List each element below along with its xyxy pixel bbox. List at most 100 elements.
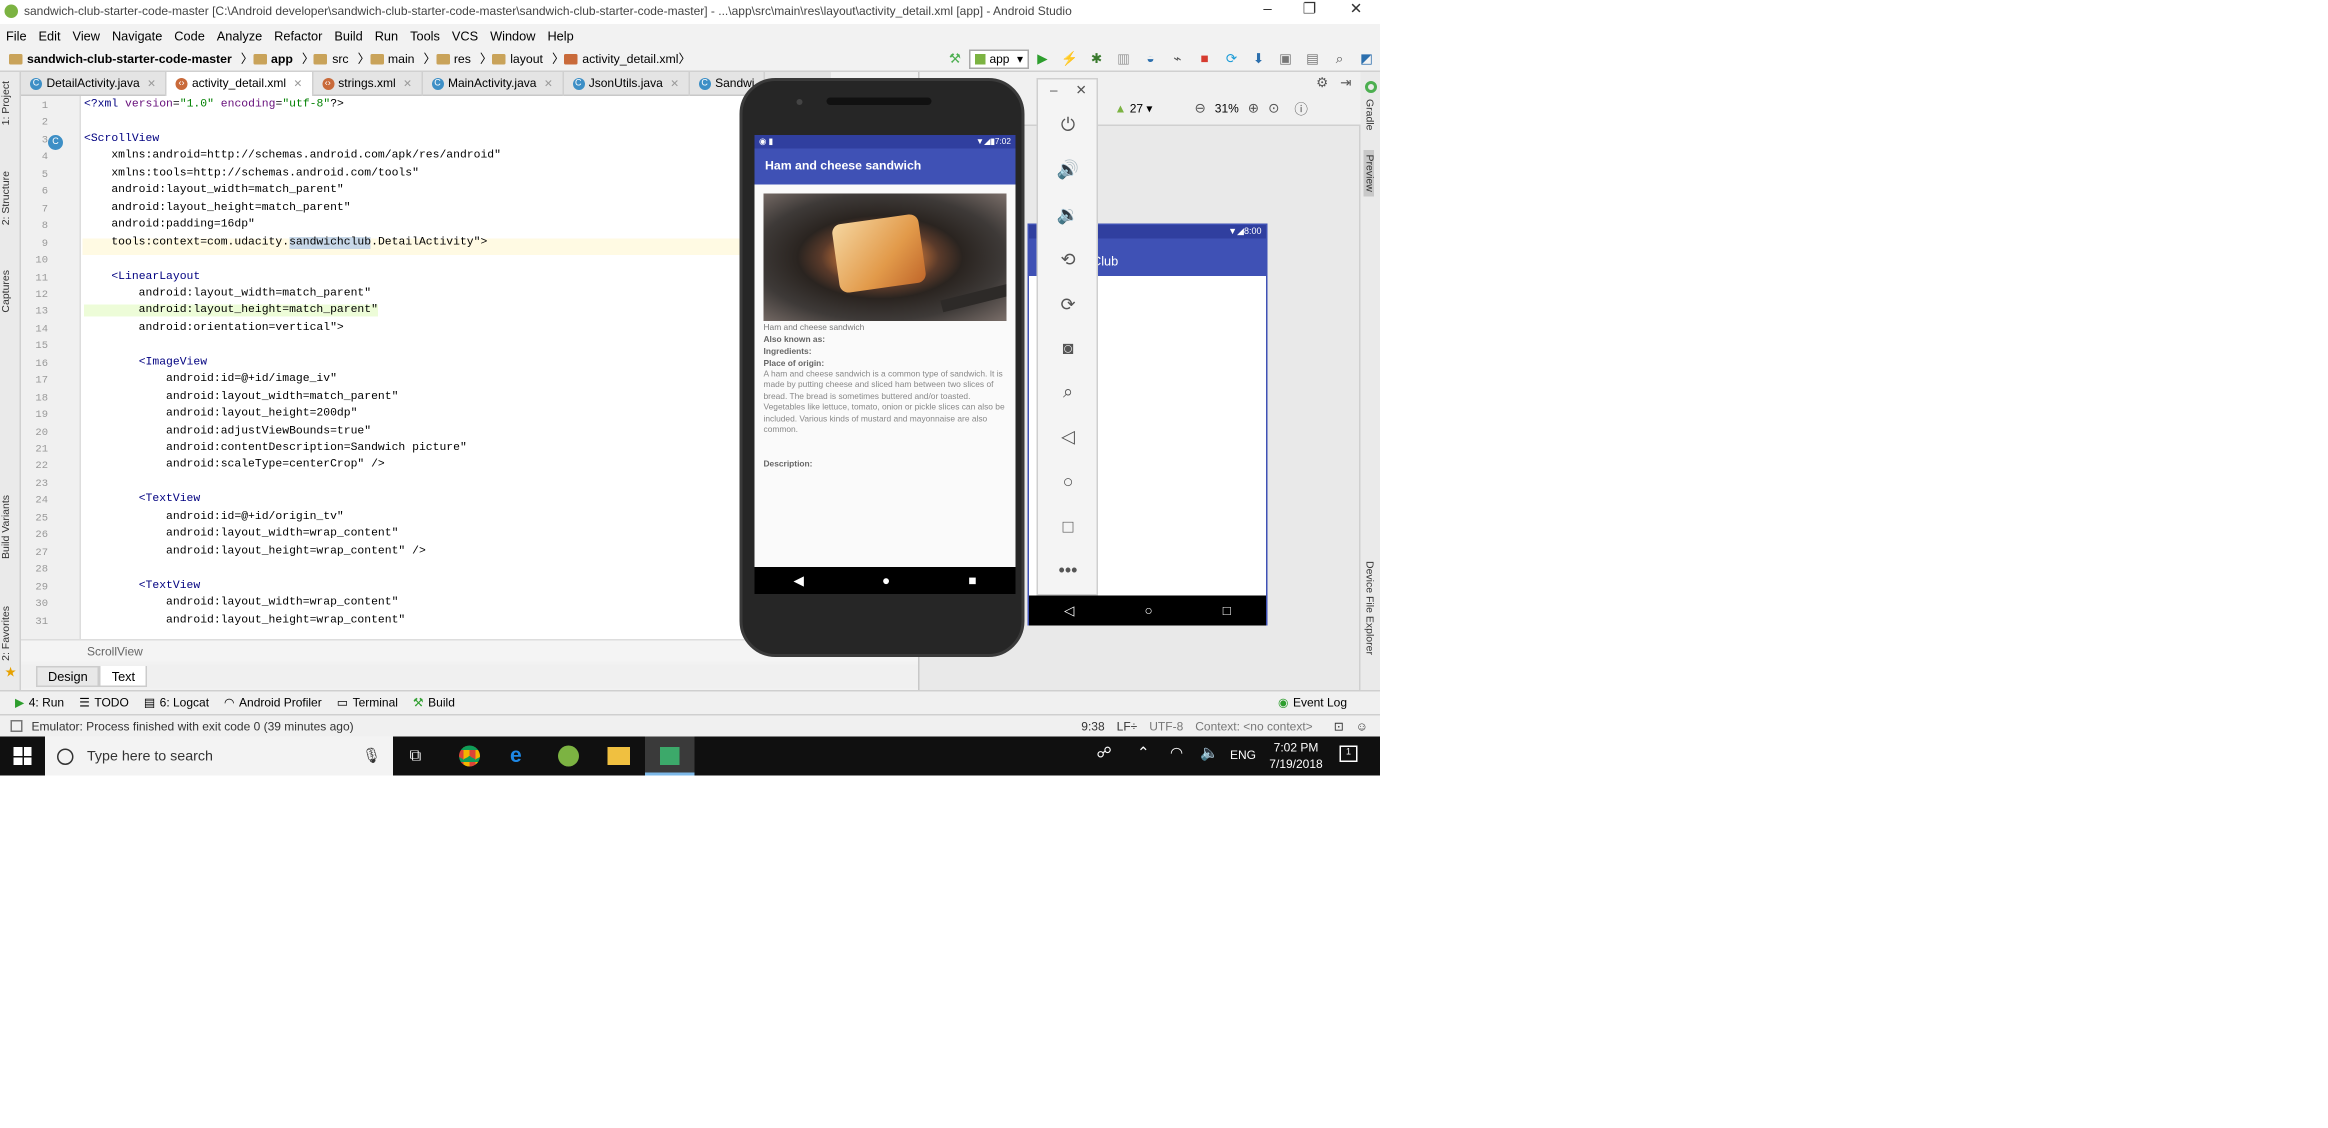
code-line[interactable]: android:orientation=vertical"> xyxy=(84,322,344,334)
code-line[interactable]: android:adjustViewBounds=true" xyxy=(84,425,371,437)
code-line[interactable]: <ImageView xyxy=(84,357,207,369)
tool-windows-toggle-icon[interactable] xyxy=(10,720,23,732)
code-line[interactable]: <TextView xyxy=(84,494,201,506)
code-line[interactable]: android:layout_width=match_parent" xyxy=(84,288,371,300)
back-icon[interactable]: ◀ xyxy=(794,572,804,589)
stop-icon[interactable]: ■ xyxy=(1196,50,1214,68)
caret-position[interactable]: 9:38 xyxy=(1081,719,1104,733)
breadcrumb-app[interactable]: 〉 app xyxy=(241,50,293,68)
more-icon[interactable]: ••• xyxy=(1055,557,1082,584)
clock[interactable]: 7:02 PM 7/19/2018 xyxy=(1269,741,1323,771)
back-icon[interactable]: ◁ xyxy=(1055,423,1082,450)
tab-favorites[interactable]: 2: Favorites xyxy=(2,606,13,661)
code-line[interactable]: android:id=@+id/origin_tv" xyxy=(84,511,344,523)
menu-vcs[interactable]: VCS xyxy=(452,28,478,43)
tool-profiler[interactable]: ◠ Android Profiler xyxy=(224,696,322,710)
info-icon[interactable]: ⓘ xyxy=(1294,99,1308,119)
tab-preview[interactable]: Preview xyxy=(1363,150,1374,197)
power-icon[interactable]: ⏻ xyxy=(1055,111,1082,138)
profile-icon[interactable]: ▥ xyxy=(1115,50,1133,68)
menu-navigate[interactable]: Navigate xyxy=(112,28,162,43)
windows-start-icon[interactable] xyxy=(13,747,32,765)
context-class-icon[interactable]: C xyxy=(48,135,63,150)
close-tab-icon[interactable]: ✕ xyxy=(544,77,553,90)
language-indicator[interactable]: ENG xyxy=(1230,749,1256,763)
home-icon[interactable]: ● xyxy=(882,573,890,588)
code-line[interactable]: android:id=@+id/image_iv" xyxy=(84,374,337,386)
code-line[interactable]: <LinearLayout xyxy=(84,271,200,283)
hector-icon[interactable]: ☺ xyxy=(1356,719,1368,733)
tab-build-variants[interactable]: Build Variants xyxy=(2,495,13,559)
code-line[interactable]: android:layout_width=match_parent" xyxy=(84,185,343,197)
volume-down-icon[interactable]: 🔉 xyxy=(1055,201,1082,228)
code-line[interactable]: android:scaleType=centerCrop" /> xyxy=(84,460,385,472)
zoom-in-icon[interactable]: ⊕ xyxy=(1248,101,1259,118)
android-studio-taskbar-icon[interactable] xyxy=(558,745,579,767)
settings-gear-icon[interactable]: ⚙ xyxy=(1316,74,1328,91)
rotate-right-icon[interactable]: ⟳ xyxy=(1055,291,1082,318)
maximize-button[interactable]: ❐ xyxy=(1287,0,1332,24)
code-line[interactable]: android:layout_height=wrap_content" /> xyxy=(84,546,426,558)
zoom-out-icon[interactable]: ⊖ xyxy=(1194,101,1205,118)
people-icon[interactable]: ☍ xyxy=(1097,746,1112,763)
menu-tools[interactable]: Tools xyxy=(410,28,440,43)
code-line[interactable]: <ScrollView xyxy=(84,133,159,145)
task-view-icon[interactable]: ⧉ xyxy=(410,747,422,767)
breadcrumb-file[interactable]: 〉 activity_detail.xml 〉 xyxy=(552,50,691,68)
file-encoding[interactable]: UTF-8 xyxy=(1149,719,1183,733)
code-line[interactable]: android:layout_width=match_parent" xyxy=(84,391,398,403)
code-line[interactable]: android:layout_height=match_parent" xyxy=(84,305,378,318)
tab-device-file-explorer[interactable]: Device File Explorer xyxy=(1364,561,1375,655)
project-structure-icon[interactable]: ▤ xyxy=(1304,50,1322,68)
menu-build[interactable]: Build xyxy=(334,28,362,43)
tool-event-log[interactable]: ◉ Event Log xyxy=(1278,696,1347,710)
menu-file[interactable]: File xyxy=(6,28,27,43)
edge-icon[interactable]: e xyxy=(510,743,522,767)
menu-view[interactable]: View xyxy=(73,28,100,43)
microphone-icon[interactable]: 🎙 xyxy=(362,748,381,765)
menu-code[interactable]: Code xyxy=(174,28,204,43)
tool-build[interactable]: ⚒ Build xyxy=(413,696,455,710)
chrome-icon[interactable] xyxy=(459,745,480,767)
tab-main-activity[interactable]: C MainActivity.java ✕ xyxy=(422,71,564,96)
close-button[interactable]: ✕ xyxy=(1334,0,1379,24)
overview-icon[interactable]: □ xyxy=(1055,513,1082,540)
emulator-screen[interactable]: ◉ ▮ ▼◢▮ 7:02 Ham and cheese sandwich Ham… xyxy=(754,135,1016,594)
code-line[interactable]: <TextView xyxy=(84,580,201,592)
code-line[interactable]: android:layout_height=wrap_content" xyxy=(84,614,405,626)
menu-window[interactable]: Window xyxy=(490,28,535,43)
search-icon[interactable]: ⌕ xyxy=(1331,50,1349,68)
api-level-select[interactable]: ▲ 27 ▾ xyxy=(1115,102,1153,116)
breadcrumb-res[interactable]: 〉 res xyxy=(424,50,471,68)
file-explorer-icon[interactable] xyxy=(607,747,630,765)
tool-logcat[interactable]: ▤ 6: Logcat xyxy=(144,696,209,710)
menu-run[interactable]: Run xyxy=(375,28,398,43)
code-line[interactable]: android:contentDescription=Sandwich pict… xyxy=(84,443,467,455)
minimize-emulator-icon[interactable]: – xyxy=(1050,83,1058,98)
coverage-icon[interactable]: ⌁ xyxy=(1169,50,1187,68)
volume-icon[interactable]: 🔈 xyxy=(1200,746,1219,763)
tool-terminal[interactable]: ▭ Terminal xyxy=(337,696,398,710)
breadcrumb-layout[interactable]: 〉 layout xyxy=(480,50,543,68)
tab-design[interactable]: Design xyxy=(36,666,100,687)
run-config-select[interactable]: app ▾ xyxy=(968,48,1029,69)
code-line[interactable]: android:layout_height=200dp" xyxy=(84,408,357,420)
code-line[interactable]: android:padding=16dp" xyxy=(84,219,255,231)
zoom-fit-icon[interactable]: ⊙ xyxy=(1268,101,1279,118)
close-emulator-icon[interactable]: ✕ xyxy=(1076,83,1087,100)
code-line[interactable]: xmlns:android=http://schemas.android.com… xyxy=(84,151,501,163)
breadcrumb-src[interactable]: 〉 src xyxy=(302,50,349,68)
breadcrumb-project[interactable]: sandwich-club-starter-code-master xyxy=(9,52,232,65)
debug-icon[interactable]: ✱ xyxy=(1088,50,1106,68)
avd-manager-icon[interactable]: ⬇ xyxy=(1250,50,1268,68)
tab-activity-detail-xml[interactable]: ‹› activity_detail.xml ✕ xyxy=(166,71,313,96)
run-icon[interactable]: ▶ xyxy=(1034,50,1052,68)
minimize-button[interactable]: – xyxy=(1245,0,1290,24)
tab-text[interactable]: Text xyxy=(99,666,148,687)
menu-edit[interactable]: Edit xyxy=(39,28,61,43)
close-tab-icon[interactable]: ✕ xyxy=(293,77,302,90)
action-center-icon[interactable]: 1 xyxy=(1339,745,1358,762)
network-icon[interactable]: ◠ xyxy=(1170,746,1183,763)
tab-json-utils[interactable]: C JsonUtils.java ✕ xyxy=(563,71,690,96)
lock-icon[interactable]: ⊡ xyxy=(1334,719,1344,733)
